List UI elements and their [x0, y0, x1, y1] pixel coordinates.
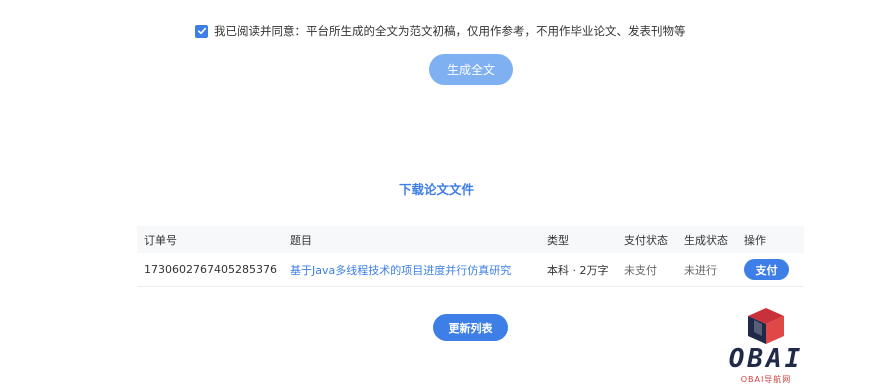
table-row: 1730602767405285376 基于Java多线程技术的项目进度并行仿真…: [137, 253, 804, 287]
gen-status: 未进行: [684, 263, 717, 277]
header-pay-status: 支付状态: [624, 233, 668, 247]
orders-table: 订单号 题目 类型 支付状态 生成状态 操作 17306027674052853…: [137, 226, 804, 287]
header-title: 题目: [290, 233, 312, 247]
logo-text: OBAI: [728, 344, 804, 374]
checkmark-icon: [197, 27, 206, 35]
paper-title-link[interactable]: 基于Java多线程技术的项目进度并行仿真研究: [290, 262, 511, 278]
paper-type: 本科 · 2万字: [547, 263, 609, 277]
header-gen-status: 生成状态: [684, 233, 728, 247]
agreement-text: 我已阅读并同意：平台所生成的全文为范文初稿，仅用作参考，不用作毕业论文、发表刊物…: [214, 24, 686, 38]
generate-full-text-button[interactable]: 生成全文: [429, 54, 513, 85]
agreement-row: 我已阅读并同意：平台所生成的全文为范文初稿，仅用作参考，不用作毕业论文、发表刊物…: [195, 23, 686, 39]
header-order: 订单号: [144, 233, 177, 247]
order-number: 1730602767405285376: [144, 263, 277, 276]
logo-subtext: OBAI导航网: [740, 375, 792, 384]
header-operation: 操作: [744, 233, 766, 247]
table-header: 订单号 题目 类型 支付状态 生成状态 操作: [137, 226, 804, 253]
refresh-list-button[interactable]: 更新列表: [433, 314, 508, 341]
cube-logo-icon: [748, 308, 784, 344]
pay-status: 未支付: [624, 263, 657, 277]
pay-button[interactable]: 支付: [744, 259, 789, 280]
section-title: 下载论文文件: [398, 182, 474, 197]
watermark-logo: OBAI OBAI导航网: [718, 306, 814, 386]
agreement-checkbox[interactable]: [195, 24, 208, 38]
header-type: 类型: [547, 233, 569, 247]
